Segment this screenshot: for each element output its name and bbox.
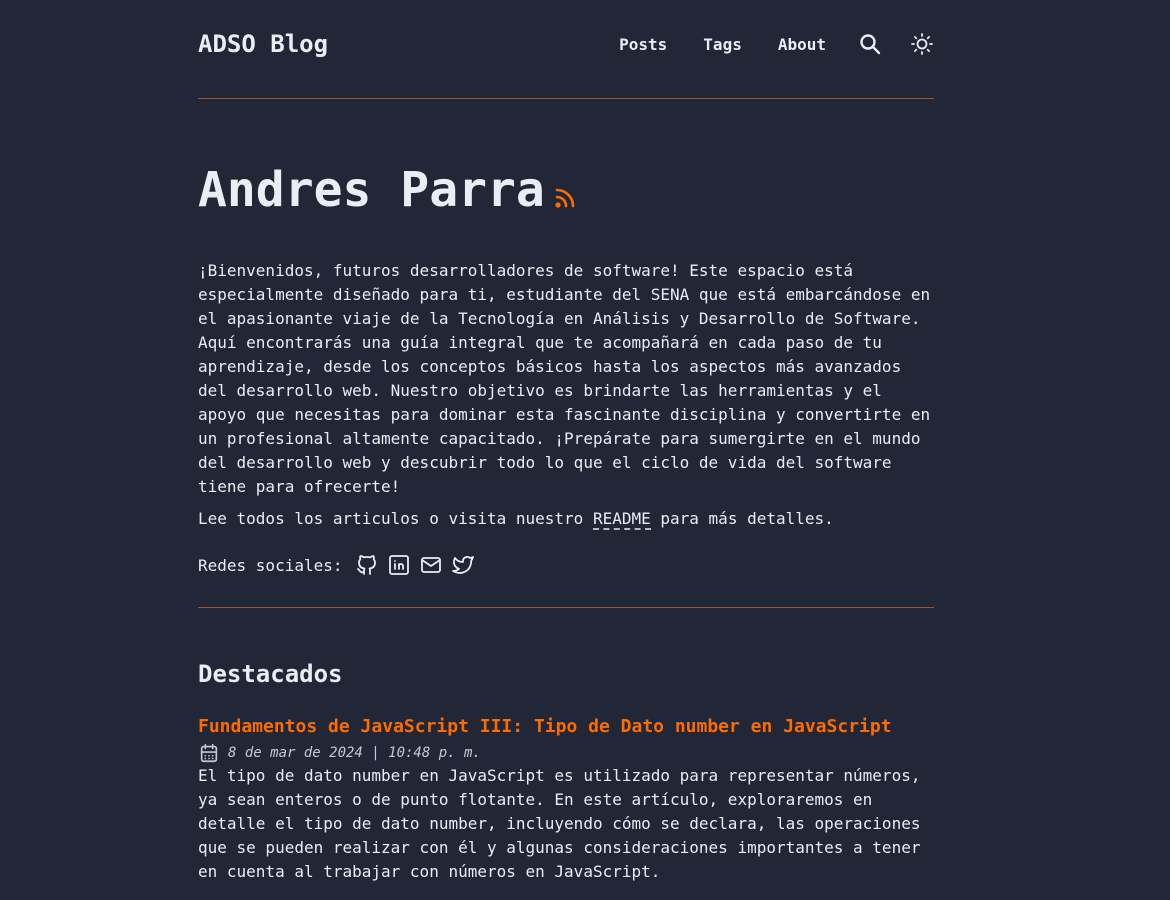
hero-section: Andres Parra ¡Bienvenidos, futuros desar… — [198, 99, 934, 608]
post-description: El tipo de dato number en JavaScript es … — [198, 766, 921, 881]
github-icon[interactable] — [353, 551, 381, 579]
post-date: 8 de mar de 2024 | 10:48 p. m. — [198, 742, 934, 764]
post-date-text: 8 de mar de 2024 | 10:48 p. m. — [228, 745, 481, 761]
nav-about[interactable]: About — [778, 35, 826, 54]
calendar-icon — [200, 743, 218, 763]
twitter-icon[interactable] — [449, 551, 477, 579]
readme-line: Lee todos los articulos o visita nuestro… — [198, 507, 934, 531]
featured-section: Destacados Fundamentos de JavaScript III… — [198, 608, 934, 884]
nav-posts[interactable]: Posts — [619, 35, 667, 54]
list-item: Fundamentos de JavaScript III: Tipo de D… — [198, 714, 934, 884]
page-title: Andres Parra — [198, 162, 545, 218]
post-title-link[interactable]: Fundamentos de JavaScript III: Tipo de D… — [198, 716, 892, 737]
page: ADSO Blog Posts Tags About Andres Parra … — [198, 0, 934, 884]
rss-icon[interactable] — [553, 186, 577, 210]
sun-icon[interactable] — [910, 32, 934, 56]
linkedin-icon[interactable] — [385, 551, 413, 579]
main-nav: Posts Tags About — [619, 32, 934, 56]
brand-link[interactable]: ADSO Blog — [198, 30, 328, 58]
social-label: Redes sociales: — [198, 555, 343, 575]
readme-link[interactable]: README — [592, 509, 651, 530]
site-header: ADSO Blog Posts Tags About — [198, 0, 934, 99]
mail-icon[interactable] — [417, 551, 445, 579]
readme-prefix: Lee todos los articulos o visita nuestro — [198, 509, 593, 528]
featured-heading: Destacados — [198, 660, 343, 688]
social-links: Redes sociales: — [198, 551, 934, 579]
nav-tags[interactable]: Tags — [703, 35, 742, 54]
readme-suffix: para más detalles. — [650, 509, 834, 528]
intro-text: ¡Bienvenidos, futuros desarrolladores de… — [198, 261, 931, 496]
search-icon[interactable] — [858, 32, 882, 56]
